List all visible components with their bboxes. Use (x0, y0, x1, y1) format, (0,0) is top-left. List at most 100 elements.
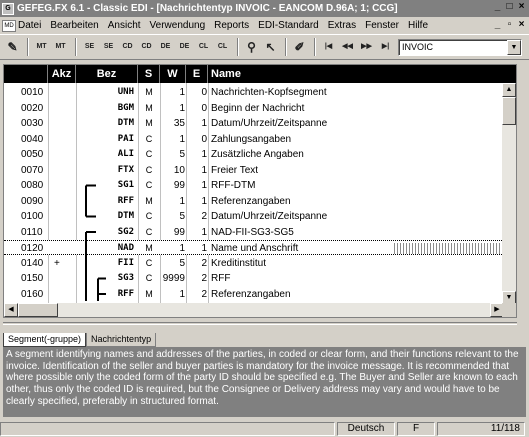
message-type-select[interactable]: INVOIC ▼ (398, 38, 522, 56)
row-level: 1 (201, 195, 207, 207)
mt-icon[interactable]: MT (33, 37, 50, 57)
row-repeat: 9999 (162, 273, 185, 284)
minimize-button[interactable]: _ (492, 1, 503, 14)
column-header-akz[interactable]: Akz (48, 65, 76, 83)
row-level: 2 (201, 211, 207, 222)
de2-icon[interactable]: DE (176, 37, 193, 57)
first-icon[interactable]: |◀ (320, 37, 337, 57)
menu-bar: MD Datei Bearbeiten Ansicht Verwendung R… (0, 17, 529, 34)
row-name: RFF-DTM (211, 180, 256, 191)
de-icon[interactable]: DE (157, 37, 174, 57)
tab-nachrichtentyp[interactable]: Nachrichtentyp (86, 333, 157, 347)
row-name: Referenzangaben (211, 195, 291, 207)
row-repeat: 1 (179, 243, 185, 254)
row-status: M (145, 288, 153, 299)
pen-icon[interactable]: ✐ (291, 37, 308, 57)
menu-reports[interactable]: Reports (214, 20, 249, 31)
table-row[interactable]: 0090 RFF M 1 1 Referenzangaben (4, 194, 516, 209)
close-button[interactable]: × (516, 1, 527, 14)
doc-minimize-button[interactable]: _ (492, 19, 503, 31)
table-row[interactable]: 0110 SG2 C 99 1 NAD-FII-SG3-SG5 (4, 225, 516, 240)
menu-ansicht[interactable]: Ansicht (108, 20, 141, 31)
row-level: 1 (201, 118, 207, 129)
mt2-icon[interactable]: MT (52, 37, 69, 57)
doc-restore-button[interactable]: ▫ (504, 19, 515, 31)
toolbar-separator (314, 38, 316, 56)
row-status: M (145, 102, 153, 113)
horizontal-scrollbar[interactable]: ◀ ▶ (4, 303, 504, 317)
cl-icon[interactable]: CL (195, 37, 212, 57)
status-language: Deutsch (337, 421, 395, 436)
table-row[interactable]: 0040 PAI C 1 0 Zahlungsangaben (4, 132, 516, 147)
table-row[interactable]: 0100 DTM C 5 2 Datum/Uhrzeit/Zeitspanne (4, 209, 516, 224)
row-level: 2 (201, 288, 207, 300)
column-header-w[interactable]: W (160, 65, 186, 83)
scroll-up-icon[interactable]: ▲ (502, 83, 516, 97)
row-status: C (145, 133, 153, 144)
cd-icon[interactable]: CD (119, 37, 136, 57)
tab-segment-gruppe[interactable]: Segment(-gruppe) (3, 333, 87, 347)
row-status: C (145, 226, 153, 237)
doc-close-button[interactable]: × (516, 19, 527, 31)
pointer-icon[interactable]: ↖ (262, 37, 279, 57)
menu-verwendung[interactable]: Verwendung (150, 20, 206, 31)
table-row[interactable]: 0070 FTX C 10 1 Freier Text (4, 163, 516, 178)
column-header-code[interactable] (4, 65, 48, 83)
menu-datei[interactable]: Datei (18, 20, 41, 31)
row-repeat: 5 (179, 149, 185, 160)
document-icon[interactable]: MD (2, 19, 16, 32)
title-bar[interactable]: G GEFEG.FX 6.1 - Classic EDI - [Nachrich… (0, 0, 529, 17)
row-name: Beginn der Nachricht (211, 102, 305, 114)
menu-edi-standard[interactable]: EDI-Standard (258, 20, 319, 31)
row-bez: DTM (117, 211, 134, 221)
row-bez: FTX (117, 164, 134, 175)
edit-tool-icon[interactable]: ✎ (4, 37, 21, 57)
scroll-left-icon[interactable]: ◀ (4, 303, 18, 317)
se-icon[interactable]: SE (81, 37, 98, 57)
window-title: GEFEG.FX 6.1 - Classic EDI - [Nachrichte… (17, 3, 398, 14)
vertical-scrollbar[interactable]: ▲ ▼ (502, 83, 516, 305)
app-icon[interactable]: G (2, 2, 14, 15)
row-code: 0030 (21, 118, 44, 129)
table-row[interactable]: 0160 RFF M 1 2 Referenzangaben (4, 287, 516, 302)
table-row[interactable]: 0030 DTM M 35 1 Datum/Uhrzeit/Zeitspanne (4, 116, 516, 131)
menu-fenster[interactable]: Fenster (365, 20, 399, 31)
row-bez: BGM (117, 102, 134, 113)
row-status: C (145, 257, 153, 268)
row-repeat: 10 (173, 164, 185, 176)
menu-hilfe[interactable]: Hilfe (408, 20, 428, 31)
row-repeat: 1 (179, 87, 185, 98)
menu-extras[interactable]: Extras (328, 20, 356, 31)
cl2-icon[interactable]: CL (214, 37, 231, 57)
column-header-s[interactable]: S (138, 65, 160, 83)
row-repeat: 5 (179, 211, 185, 222)
column-header-bez[interactable]: Bez (76, 65, 138, 83)
row-code: 0020 (21, 102, 44, 114)
horizontal-scroll-thumb[interactable] (18, 303, 58, 317)
se2-icon[interactable]: SE (100, 37, 117, 57)
table-row[interactable]: 0120 NAD M 1 1 Name und Anschrift (4, 240, 516, 255)
table-row[interactable]: 0080 SG1 C 99 1 RFF-DTM (4, 178, 516, 193)
vertical-scroll-thumb[interactable] (502, 97, 516, 125)
chevron-down-icon[interactable]: ▼ (507, 39, 521, 55)
prev-icon[interactable]: ◀◀ (339, 37, 356, 57)
table-row[interactable]: 0140 + FII C 5 2 Kreditinstitut (4, 256, 516, 271)
menu-bearbeiten[interactable]: Bearbeiten (50, 20, 98, 31)
next-icon[interactable]: ▶▶ (358, 37, 375, 57)
restore-button[interactable]: □ (504, 1, 515, 14)
table-row[interactable]: 0050 ALI C 5 1 Zusätzliche Angaben (4, 147, 516, 162)
row-bez: NAD (117, 243, 134, 253)
status-flag: F (397, 421, 435, 436)
column-header-name[interactable]: Name (208, 65, 504, 83)
last-icon[interactable]: ▶| (377, 37, 394, 57)
row-level: 1 (201, 180, 207, 191)
column-header-e[interactable]: E (186, 65, 208, 83)
row-bez: DTM (117, 118, 134, 128)
table-row[interactable]: 0010 UNH M 1 0 Nachrichten-Kopfsegment (4, 85, 516, 100)
binoculars-icon[interactable]: ⚲ (243, 37, 260, 57)
splitter[interactable] (3, 322, 517, 325)
cd2-icon[interactable]: CD (138, 37, 155, 57)
status-bar: Deutsch F 11/118 (0, 420, 529, 437)
table-row[interactable]: 0020 BGM M 1 0 Beginn der Nachricht (4, 101, 516, 116)
table-row[interactable]: 0150 SG3 C 9999 2 RFF (4, 271, 516, 286)
